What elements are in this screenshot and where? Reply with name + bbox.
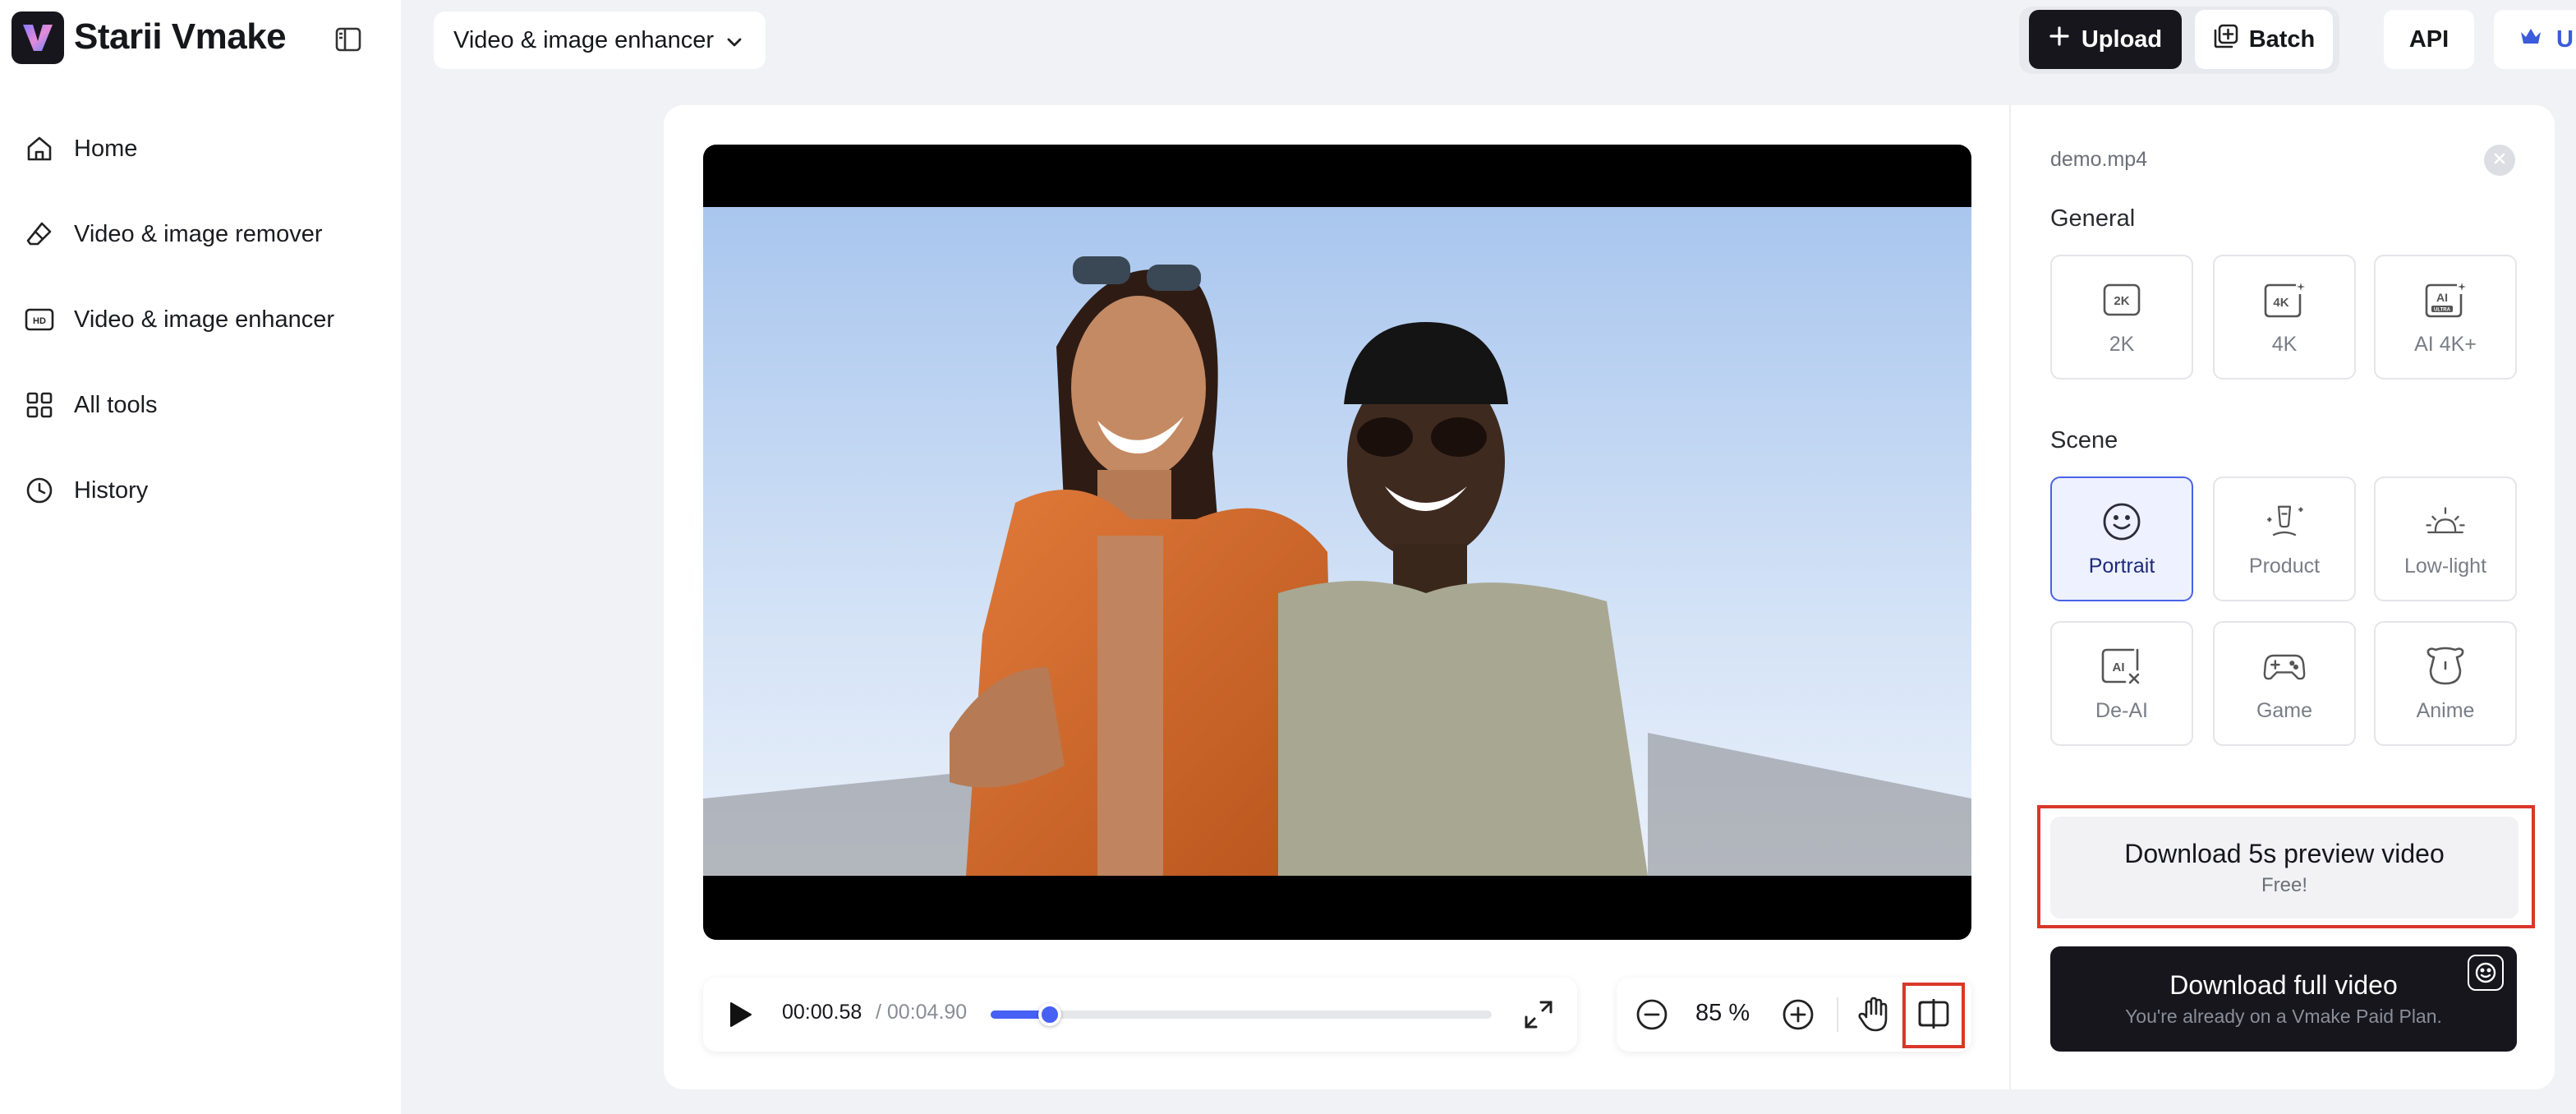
sidebar: Starii Vmake Home Video & image remover … [0,0,401,1114]
mode-select-dropdown[interactable]: Video & image enhancer [434,12,766,69]
grid-icon [23,389,56,421]
compare-view-button[interactable] [1902,983,1965,1048]
video-preview[interactable] [703,145,1971,940]
bear-icon [2424,645,2467,688]
api-button[interactable]: API [2384,10,2474,69]
sidebar-toggle-icon[interactable] [332,23,365,56]
chevron-down-icon [725,27,743,54]
app-title: Starii Vmake [74,16,287,57]
crown-icon [2518,25,2543,53]
svg-text:ULTRA: ULTRA [2434,307,2451,312]
sidebar-item-remover[interactable]: Video & image remover [0,197,401,271]
mode-select-label: Video & image enhancer [453,26,715,53]
app-logo-icon[interactable] [12,12,64,64]
zoom-in-icon[interactable] [1781,997,1815,1032]
option-label: De-AI [2095,698,2148,722]
ai-ultra-icon: AI ULTRA [2424,278,2467,321]
sidebar-item-all-tools[interactable]: All tools [0,368,401,442]
video-frame-image [703,207,1971,876]
svg-text:4K: 4K [2273,296,2288,310]
option-2k[interactable]: 2K 2K [2050,255,2193,380]
fullscreen-icon[interactable] [1521,997,1556,1032]
option-label: Anime [2416,698,2475,722]
sunrise-icon [2424,500,2467,543]
product-icon [2263,500,2306,543]
total-time: / 00:04.90 [876,1001,968,1024]
scene-portrait[interactable]: Portrait [2050,476,2193,601]
de-ai-icon: AI [2100,645,2143,688]
option-ai-4k-plus[interactable]: AI ULTRA AI 4K+ [2374,255,2517,380]
scene-game[interactable]: Game [2213,621,2356,746]
option-label: AI 4K+ [2414,332,2477,356]
sidebar-item-label: Video & image enhancer [74,306,335,333]
current-time: 00:00.58 [782,1001,862,1024]
batch-button[interactable]: Batch [2195,10,2333,69]
sidebar-item-label: All tools [74,391,158,418]
svg-text:AI: AI [2113,661,2125,674]
progress-slider[interactable] [991,1003,1492,1026]
2k-icon: 2K [2100,278,2143,321]
svg-text:HD: HD [33,316,46,326]
plus-icon [2049,25,2070,53]
gamepad-icon [2263,645,2306,688]
download-full-subtitle: You're already on a Vmake Paid Plan. [2125,1006,2442,1027]
zoom-out-icon[interactable] [1635,997,1669,1032]
sidebar-item-enhancer[interactable]: HD Video & image enhancer [0,283,401,357]
close-file-button[interactable] [2484,145,2515,176]
option-label: Game [2256,698,2313,722]
general-section-title: General [2050,205,2136,232]
batch-add-icon [2213,23,2239,56]
smiley-icon [2100,500,2143,543]
close-icon [2493,152,2506,169]
play-icon[interactable] [724,1000,754,1029]
clock-icon [23,474,56,507]
plan-badge-icon [2468,955,2504,991]
upload-label: Upload [2081,25,2163,53]
sidebar-item-home[interactable]: Home [0,112,401,186]
option-label: 4K [2271,332,2298,356]
download-full-title: Download full video [2169,970,2398,1000]
zoom-controls: 85 % [1617,978,1971,1052]
sidebar-item-history[interactable]: History [0,453,401,527]
scene-section-title: Scene [2050,427,2118,453]
4k-icon: 4K [2263,278,2306,321]
hand-pan-icon[interactable] [1855,996,1893,1033]
hd-icon: HD [23,303,56,336]
upgrade-button[interactable]: U [2494,10,2576,69]
progress-thumb[interactable] [1037,1003,1061,1026]
option-label: Portrait [2088,554,2155,578]
download-preview-title: Download 5s preview video [2124,838,2445,868]
eraser-icon [23,218,56,251]
sidebar-item-label: Video & image remover [74,220,323,247]
option-label: Product [2248,554,2321,578]
scene-low-light[interactable]: Low-light [2374,476,2517,601]
option-label: 2K [2109,332,2135,356]
playback-controls: 00:00.58 / 00:04.90 [703,978,1577,1052]
panel-divider [2009,105,2011,1089]
zoom-separator [1837,997,1838,1032]
split-compare-icon [1917,998,1950,1033]
download-full-button[interactable]: Download full video You're already on a … [2050,946,2517,1052]
scene-product[interactable]: Product [2213,476,2356,601]
scene-anime[interactable]: Anime [2374,621,2517,746]
sidebar-item-label: Home [74,135,138,162]
svg-text:AI: AI [2436,291,2448,304]
api-label: API [2408,25,2450,53]
home-icon [23,132,56,165]
download-preview-button[interactable]: Download 5s preview video Free! [2050,817,2518,918]
file-name: demo.mp4 [2050,148,2148,171]
upload-button[interactable]: Upload [2029,10,2182,69]
option-4k[interactable]: 4K 4K [2213,255,2356,380]
sidebar-item-label: History [74,476,149,504]
scene-de-ai[interactable]: AI De-AI [2050,621,2193,746]
upgrade-label: U [2556,25,2574,53]
batch-label: Batch [2248,25,2316,53]
option-label: Low-light [2404,554,2487,578]
svg-text:2K: 2K [2114,294,2129,308]
zoom-level: 85 % [1695,1000,1750,1026]
download-preview-subtitle: Free! [2261,873,2307,896]
